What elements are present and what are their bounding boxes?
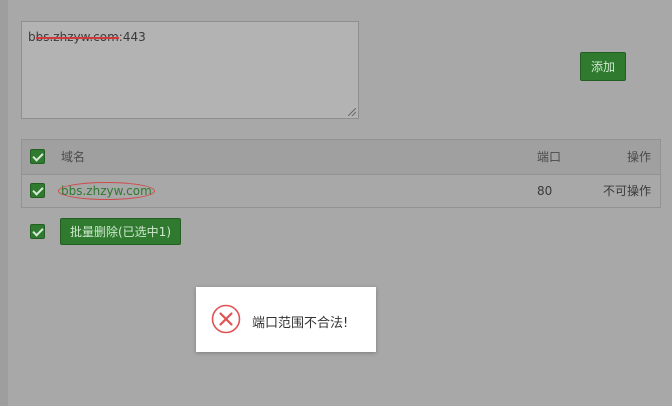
row-checkbox[interactable]	[30, 183, 45, 198]
batch-select-checkbox[interactable]	[30, 224, 45, 239]
domain-textarea[interactable]: bbs.zhzyw.com:443	[21, 21, 359, 119]
header-action: 操作	[627, 150, 652, 164]
add-button[interactable]: 添加	[580, 52, 626, 81]
textarea-text-suffix: :443	[118, 30, 146, 44]
left-sidebar-edge	[0, 0, 8, 406]
row-domain-text: bbs.zhzyw.com	[58, 182, 155, 200]
table-row: bbs.zhzyw.com 80 不可操作	[22, 175, 660, 207]
select-all-checkbox[interactable]	[30, 149, 45, 164]
textarea-text-prefix: b	[28, 30, 36, 44]
header-domain: 域名	[61, 150, 86, 164]
table-header: 域名 端口 操作	[22, 140, 660, 175]
toast-message: 端口范围不合法!	[252, 316, 349, 331]
row-action: 不可操作	[603, 184, 652, 198]
error-toast: 端口范围不合法!	[196, 287, 376, 352]
row-port: 80	[537, 184, 553, 198]
domain-table: 域名 端口 操作 bbs.zhzyw.com 80 不可操作	[21, 139, 661, 208]
header-port: 端口	[537, 150, 562, 164]
textarea-text-struck: bs.zhzyw.com	[35, 30, 119, 44]
error-x-icon	[211, 304, 241, 334]
row-domain[interactable]: bbs.zhzyw.com	[58, 182, 155, 200]
resize-grip-icon[interactable]	[348, 108, 356, 116]
batch-delete-button[interactable]: 批量删除(已选中1)	[60, 218, 181, 245]
